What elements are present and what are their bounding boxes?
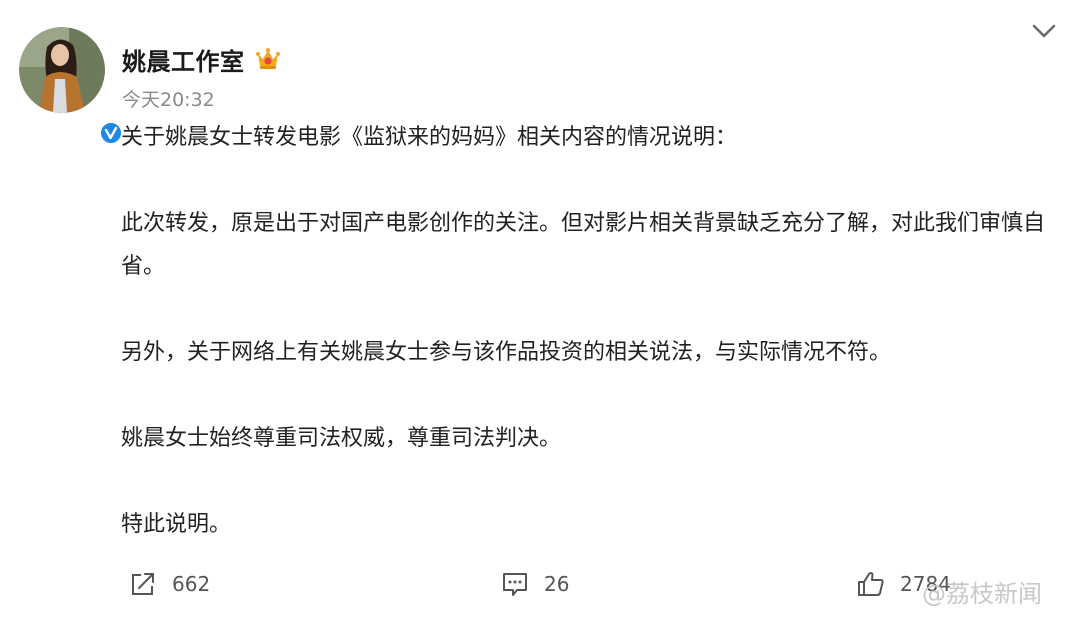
repost-icon	[132, 573, 154, 595]
avatar-photo	[19, 27, 105, 113]
post-paragraph: 此次转发，原是出于对国产电影创作的关注。但对影片相关背景缺乏充分了解，对此我们审…	[121, 211, 1046, 279]
weibo-post-card: 姚晨工作室 今天20:32 关于姚晨女士转发电影《监狱来的妈妈》相关内容的情况说…	[0, 0, 1080, 618]
post-paragraph: 特此说明。	[121, 512, 232, 537]
repost-count: 662	[172, 572, 211, 596]
watermark: @荔枝新闻	[922, 580, 1042, 608]
crown-icon	[254, 44, 282, 72]
comment-icon	[503, 573, 527, 596]
post-paragraph: 另外，关于网络上有关姚晨女士参与该作品投资的相关说法，与实际情况不符。	[121, 340, 892, 365]
thumbs-up-icon	[858, 572, 884, 596]
repost-button[interactable]: 662	[128, 568, 210, 600]
action-bar: 662 26 2784	[0, 562, 1080, 606]
comment-count: 26	[544, 572, 570, 596]
verified-badge-icon	[99, 121, 123, 145]
avatar[interactable]	[19, 27, 123, 145]
post-paragraph: 姚晨女士始终尊重司法权威，尊重司法判决。	[121, 426, 562, 451]
comment-button[interactable]: 26	[500, 568, 569, 600]
post-paragraph: 关于姚晨女士转发电影《监狱来的妈妈》相关内容的情况说明：	[121, 125, 738, 150]
post-content: 关于姚晨女士转发电影《监狱来的妈妈》相关内容的情况说明： 此次转发，原是出于对国…	[121, 116, 1051, 546]
author-name[interactable]: 姚晨工作室	[122, 42, 245, 77]
chevron-down-icon[interactable]	[1030, 20, 1058, 42]
post-timestamp: 今天20:32	[122, 89, 215, 111]
